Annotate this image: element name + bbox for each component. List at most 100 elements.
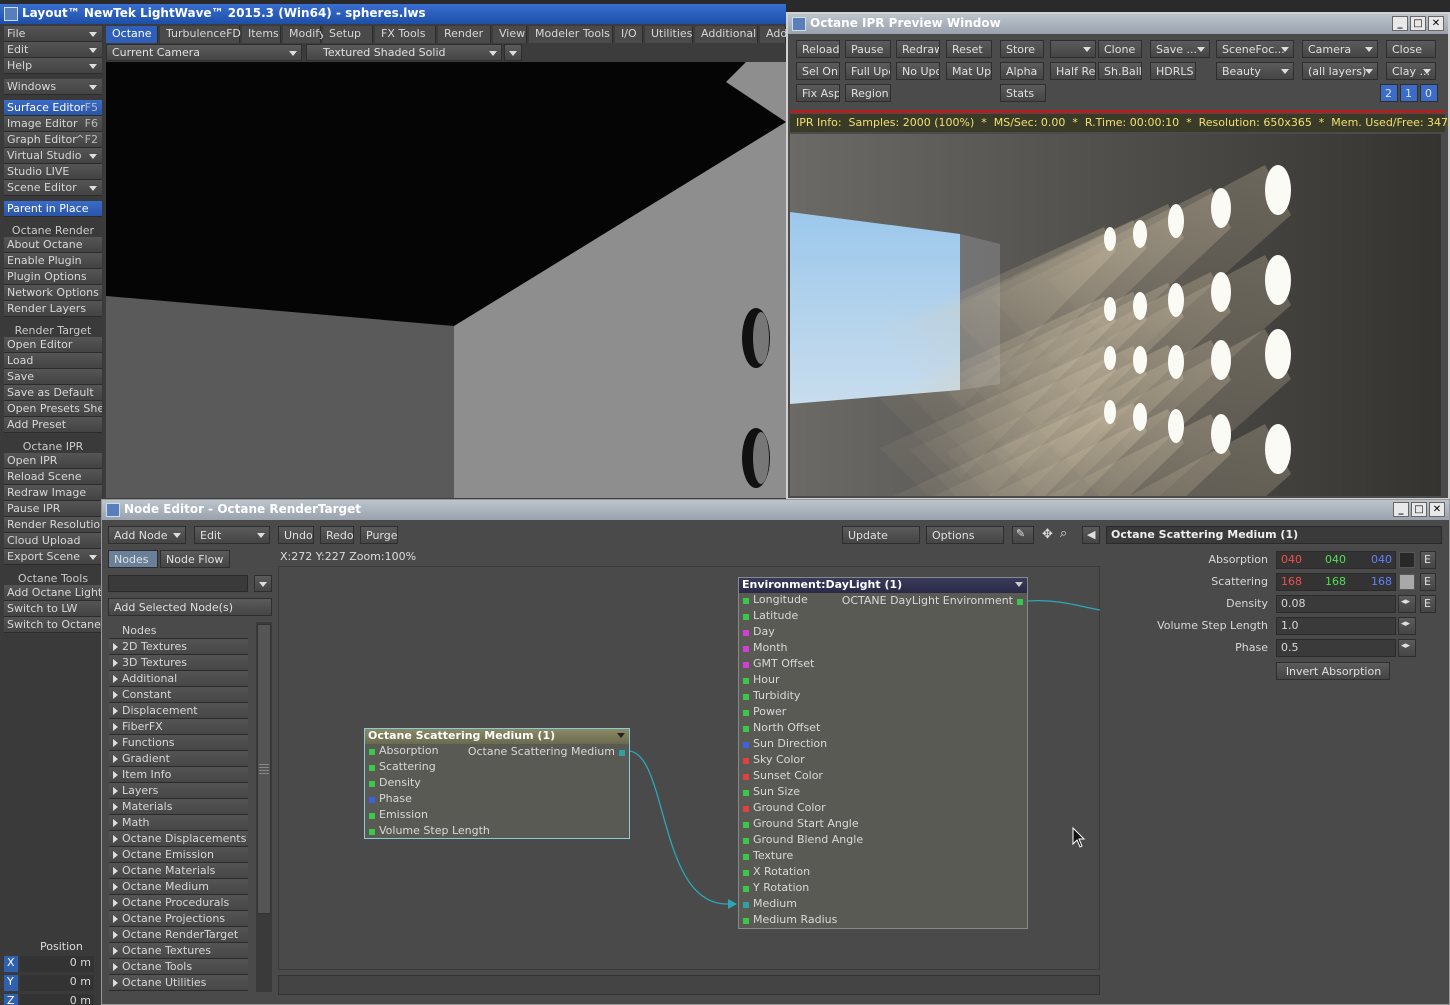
input-pin[interactable] [369,797,375,803]
input-ground-color[interactable]: Ground Color [739,801,1027,817]
input-gmt-offset[interactable]: GMT Offset [739,657,1027,673]
tab-add[interactable]: Add [760,26,787,43]
node-category-fiberfx[interactable]: FiberFX [109,719,248,735]
volume-step-slider-icon[interactable]: ◂▸ [1398,617,1416,635]
pencil-icon[interactable]: ✎ [1012,526,1034,544]
tab-additional[interactable]: Additional [695,26,758,43]
input-pin[interactable] [743,902,749,908]
menu-switch-to-octane[interactable]: Switch to Octane [4,617,102,633]
menu-surface-editor[interactable]: Surface Editor F5 [4,100,102,116]
add-node-button[interactable]: Add Node [108,526,186,544]
scattering-medium-node[interactable]: Octane Scattering Medium (1) Absorption S… [364,728,630,839]
density-slider-icon[interactable]: ◂▸ [1398,595,1416,613]
viewport-options-button[interactable] [504,44,522,61]
tab-fx-tools[interactable]: FX Tools [375,26,436,43]
ipr-reload-button[interactable]: Reload [796,40,840,58]
ipr-layer-0-button[interactable]: 0 [1420,84,1438,102]
ipr-sh-ball-button[interactable]: Sh.Ball [1098,62,1142,80]
menu-about-octane[interactable]: About Octane [4,237,102,253]
input-pin[interactable] [743,918,749,924]
node-category-octane-displacements[interactable]: Octane Displacements [109,831,248,847]
menu-parent-in-place[interactable]: Parent in Place [4,201,102,217]
node-category-octane-tools[interactable]: Octane Tools [109,959,248,975]
menu-edit[interactable]: Edit [4,42,102,58]
ipr-reset-button[interactable]: Reset [946,40,992,58]
input-pin[interactable] [743,854,749,860]
node-category-octane-rendertarget[interactable]: Octane RenderTarget [109,927,248,943]
input-pin[interactable] [743,838,749,844]
menu-file[interactable]: File [4,26,102,42]
input-medium-radius[interactable]: Medium Radius [739,913,1027,929]
input-north-offset[interactable]: North Offset [739,721,1027,737]
tab-render[interactable]: Render [438,26,491,43]
viewport-mode-select[interactable]: Textured Shaded Solid [306,44,502,61]
ipr-clay-button[interactable]: Clay ... [1386,62,1436,80]
maximize-icon[interactable]: □ [1411,502,1427,517]
edit-menu-button[interactable]: Edit [194,526,270,544]
ipr-stats-button[interactable]: Stats [1000,84,1046,102]
scattering-envelope-button[interactable]: E [1420,573,1436,591]
node-category-octane-textures[interactable]: Octane Textures [109,943,248,959]
menu-export-scene[interactable]: Export Scene [4,549,102,565]
minimize-icon[interactable]: _ [1393,502,1409,517]
node-category-gradient[interactable]: Gradient [109,751,248,767]
ipr-beauty-button[interactable]: Beauty [1216,62,1294,80]
close-icon[interactable]: ✕ [1428,16,1444,31]
node-list-scrollbar[interactable] [256,622,272,992]
absorption-color-field[interactable]: 040 040 040 [1276,551,1396,569]
tab-utilities[interactable]: Utilities [645,26,693,43]
input-x-rotation[interactable]: X Rotation [739,865,1027,881]
tab-node-flow[interactable]: Node Flow [160,550,230,568]
menu-add-octane-light[interactable]: Add Octane Light [4,585,102,601]
node-category-octane-medium[interactable]: Octane Medium [109,879,248,895]
redo-button[interactable]: Redo [320,526,354,544]
position-z-input[interactable]: 0 m [20,994,94,1005]
ipr-save-button[interactable]: Save ... [1150,40,1210,58]
input-pin[interactable] [369,765,375,771]
node-category-math[interactable]: Math [109,815,248,831]
node-category-2d-textures[interactable]: 2D Textures [109,639,248,655]
input-pin[interactable] [743,758,749,764]
node-category-displacement[interactable]: Displacement [109,703,248,719]
node-category-octane-materials[interactable]: Octane Materials [109,863,248,879]
menu-virtual-studio[interactable]: Virtual Studio [4,148,102,164]
absorption-r[interactable]: 040 [1281,553,1302,566]
absorption-color-swatch[interactable] [1399,552,1415,568]
ipr-redraw-button[interactable]: Redraw [896,40,940,58]
ipr-scenefoc-button[interactable]: SceneFoc... [1216,40,1294,58]
tab-modify[interactable]: Modify [283,26,325,43]
scattering-g[interactable]: 168 [1325,575,1346,588]
tab-setup[interactable]: Setup [323,26,373,43]
tab-turbulencefd[interactable]: TurbulenceFD [160,26,241,43]
ipr-camera-button[interactable]: Camera [1302,40,1378,58]
position-x-input[interactable]: 0 m [20,956,94,972]
input-sunset-color[interactable]: Sunset Color [739,769,1027,785]
menu-help[interactable]: Help [4,58,102,74]
minimize-icon[interactable]: _ [1392,16,1408,31]
ipr-hdrls-button[interactable]: HDRLS [1150,62,1196,80]
menu-graph-editor[interactable]: Graph Editor ^F2 [4,132,102,148]
menu-image-editor[interactable]: Image Editor F6 [4,116,102,132]
input-pin[interactable] [743,694,749,700]
scattering-b[interactable]: 168 [1371,575,1392,588]
menu-redraw-image[interactable]: Redraw Image [4,485,102,501]
input-pin[interactable] [743,630,749,636]
menu-reload-scene[interactable]: Reload Scene [4,469,102,485]
daylight-output-pin[interactable] [1017,599,1023,605]
node-category-3d-textures[interactable]: 3D Textures [109,655,248,671]
volume-step-length-input[interactable]: 1.0 [1276,617,1396,635]
position-y-input[interactable]: 0 m [20,975,94,991]
daylight-environment-node[interactable]: Environment:DayLight (1) Longitude Latitu… [738,577,1028,929]
scattering-node-header[interactable]: Octane Scattering Medium (1) [365,729,629,744]
ipr-no-upd-button[interactable]: No Upd. [896,62,940,80]
input-density[interactable]: Density [365,776,629,792]
input-volume-step-length[interactable]: Volume Step Length [365,824,629,840]
input-pin[interactable] [743,870,749,876]
absorption-envelope-button[interactable]: E [1420,551,1436,569]
daylight-node-header[interactable]: Environment:DayLight (1) [739,578,1027,593]
ipr-fix-asp-button[interactable]: Fix Asp. [796,84,840,102]
node-category-additional[interactable]: Additional [109,671,248,687]
input-pin[interactable] [743,646,749,652]
menu-network-options[interactable]: Network Options [4,285,102,301]
absorption-g[interactable]: 040 [1325,553,1346,566]
